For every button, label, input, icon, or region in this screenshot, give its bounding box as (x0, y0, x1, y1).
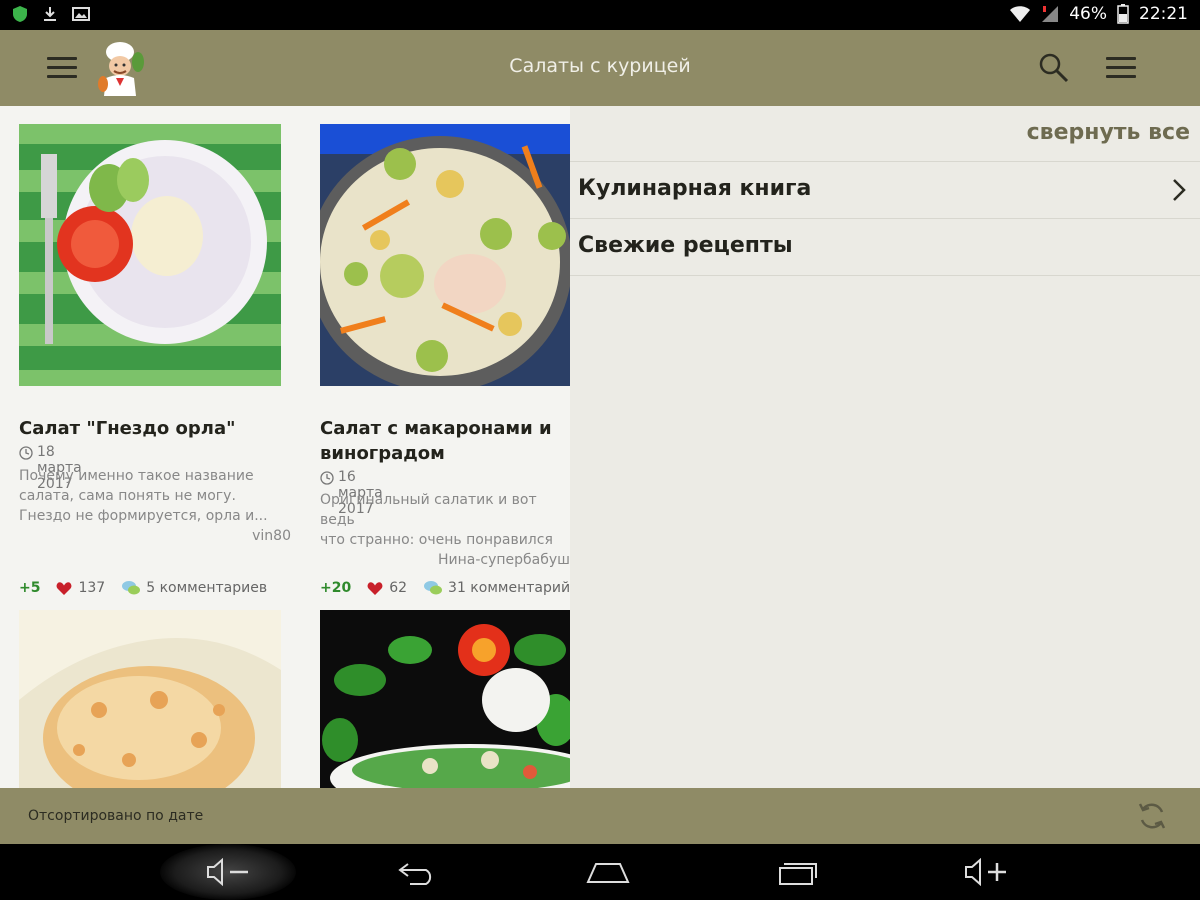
recipe-title[interactable]: Салат "Гнездо орла" (19, 416, 319, 441)
recipe-description: Оригинальный салатик и вот ведь что стра… (320, 492, 553, 548)
shield-icon (13, 6, 27, 22)
comments-icon[interactable] (121, 580, 141, 596)
recipe-likes: 62 (389, 580, 408, 596)
status-bar: 46% 22:21 (0, 0, 1200, 30)
recipe-photo[interactable] (320, 610, 570, 788)
battery-percent: 46% (1069, 4, 1107, 24)
volume-down-icon[interactable] (206, 858, 250, 886)
clock-icon (320, 471, 334, 485)
battery-icon (1117, 4, 1129, 24)
sort-label[interactable]: Отсортировано по дате (28, 808, 203, 824)
heart-icon[interactable] (367, 581, 383, 596)
download-icon (44, 7, 56, 21)
home-icon[interactable] (586, 858, 630, 886)
recipe-stats: +20 62 31 комментарий (320, 580, 570, 596)
clock: 22:21 (1139, 4, 1188, 24)
recipe-comments[interactable]: 5 комментариев (146, 580, 267, 596)
recent-apps-icon[interactable] (778, 858, 820, 886)
cellular-icon (1042, 6, 1059, 22)
back-icon[interactable] (398, 858, 438, 886)
recipe-photo[interactable] (19, 610, 281, 788)
app-toolbar: Салаты с курицей (0, 30, 1200, 106)
recipe-photo[interactable] (320, 124, 570, 386)
collapse-all-button[interactable]: свернуть все (1027, 120, 1190, 145)
sort-bar: Отсортировано по дате (0, 788, 1200, 844)
comments-icon[interactable] (423, 580, 443, 596)
recipe-photo[interactable] (19, 124, 281, 386)
refresh-icon[interactable] (1136, 800, 1168, 832)
image-icon (72, 7, 90, 21)
overflow-menu-button[interactable] (1106, 57, 1136, 79)
menu-item-label: Кулинарная книга (578, 176, 812, 201)
chevron-right-icon[interactable] (1172, 178, 1186, 202)
clock-icon (19, 446, 33, 460)
recipe-author[interactable]: Нина-супербабушка (438, 552, 570, 568)
system-nav-bar (0, 844, 1200, 900)
wifi-icon (1010, 6, 1031, 22)
menu-item-fresh-recipes[interactable]: Свежие рецепты (570, 218, 1200, 276)
volume-up-icon[interactable] (964, 858, 1008, 886)
recipe-description: Почему именно такое название салата, сам… (19, 468, 268, 524)
recipe-score: +5 (19, 580, 41, 596)
heart-icon[interactable] (56, 581, 72, 596)
recipe-stats: +5 137 5 комментариев (19, 580, 267, 596)
menu-item-cookbook[interactable]: Кулинарная книга (570, 161, 1200, 218)
menu-item-label: Свежие рецепты (578, 233, 793, 258)
recipe-list: Салат "Гнездо орла" 18 марта 2017 Почему… (0, 106, 570, 788)
recipe-comments[interactable]: 31 комментарий (448, 580, 570, 596)
recipe-likes: 137 (78, 580, 106, 596)
recipe-title[interactable]: Салат с макаронами и виноградом (320, 416, 560, 466)
category-panel: свернуть все Кулинарная книга Свежие рец… (570, 106, 1200, 788)
recipe-author[interactable]: vin80 (19, 528, 291, 544)
search-icon[interactable] (1036, 50, 1070, 84)
recipe-score: +20 (320, 580, 352, 596)
toolbar-title: Салаты с курицей (509, 55, 691, 77)
